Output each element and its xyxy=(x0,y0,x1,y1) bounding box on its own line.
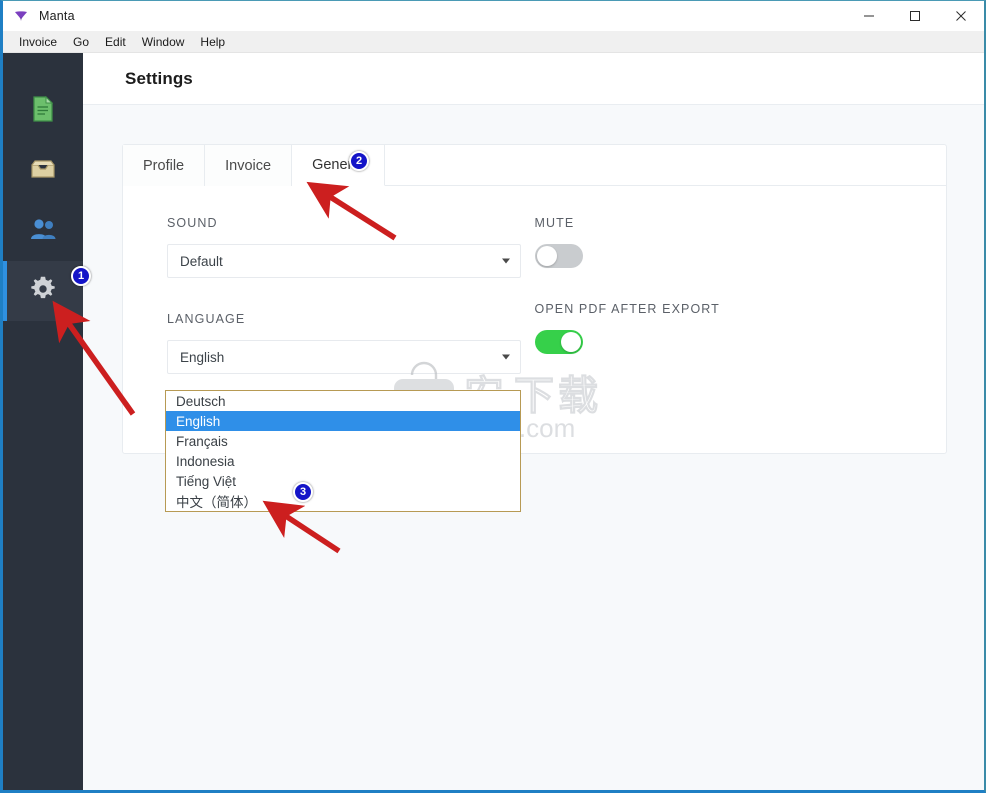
language-label: LANGUAGE xyxy=(167,312,246,326)
mute-field: MUTE xyxy=(534,216,903,268)
language-field: LANGUAGE English xyxy=(167,312,535,374)
gear-icon xyxy=(30,276,56,307)
settings-body: SOUND Default LANGUAGE English MUTE OPEN… xyxy=(123,186,946,408)
sidebar-item-inbox[interactable] xyxy=(3,141,83,201)
sidebar-item-settings[interactable] xyxy=(3,261,83,321)
menu-item-go[interactable]: Go xyxy=(65,33,97,51)
app-window: Manta Invoice Go Edit Window Help Settin… xyxy=(0,0,986,793)
language-option-indonesia[interactable]: Indonesia xyxy=(166,451,520,471)
maximize-icon[interactable] xyxy=(892,1,938,31)
menu-item-help[interactable]: Help xyxy=(192,33,233,51)
open-pdf-toggle[interactable] xyxy=(534,330,583,354)
app-title: Manta xyxy=(39,9,75,23)
open-pdf-label: OPEN PDF AFTER EXPORT xyxy=(534,302,720,316)
people-icon xyxy=(29,218,57,245)
tab-invoice[interactable]: Invoice xyxy=(205,145,293,186)
settings-left-column: SOUND Default LANGUAGE English xyxy=(167,216,535,408)
menu-item-invoice[interactable]: Invoice xyxy=(11,33,65,51)
language-dropdown-list[interactable]: Deutsch English Français Indonesia Tiếng… xyxy=(165,390,521,512)
page-header: Settings xyxy=(83,53,984,105)
mute-label: MUTE xyxy=(534,216,575,230)
open-pdf-field: OPEN PDF AFTER EXPORT xyxy=(534,302,903,354)
title-bar: Manta xyxy=(3,1,984,31)
chevron-down-icon xyxy=(502,258,510,264)
language-option-chinese-simplified[interactable]: 中文（简体） xyxy=(166,491,520,511)
menu-item-edit[interactable]: Edit xyxy=(97,33,134,51)
language-option-deutsch[interactable]: Deutsch xyxy=(166,391,520,411)
open-pdf-toggle-knob xyxy=(560,332,581,352)
page-title: Settings xyxy=(125,68,193,88)
language-option-francais[interactable]: Français xyxy=(166,431,520,451)
language-option-english[interactable]: English xyxy=(166,411,520,431)
sound-select-value: Default xyxy=(180,253,223,269)
sidebar-item-documents[interactable] xyxy=(3,81,83,141)
close-icon[interactable] xyxy=(938,1,984,31)
language-select[interactable]: English xyxy=(167,340,521,374)
chevron-down-icon xyxy=(502,354,510,360)
inbox-tray-icon xyxy=(30,159,56,184)
minimize-icon[interactable] xyxy=(846,1,892,31)
title-bar-left: Manta xyxy=(3,8,846,24)
step-badge-3: 3 xyxy=(293,482,313,502)
window-controls xyxy=(846,1,984,31)
sound-field: SOUND Default xyxy=(167,216,535,278)
menu-bar: Invoice Go Edit Window Help xyxy=(3,31,984,53)
mute-toggle-knob xyxy=(536,246,557,266)
menu-item-window[interactable]: Window xyxy=(134,33,193,51)
step-badge-1: 1 xyxy=(71,266,91,286)
sidebar-item-contacts[interactable] xyxy=(3,201,83,261)
sidebar xyxy=(3,53,83,790)
sound-label: SOUND xyxy=(167,216,218,230)
mute-toggle[interactable] xyxy=(534,244,583,268)
settings-tabs: Profile Invoice General xyxy=(123,145,946,186)
settings-right-column: MUTE OPEN PDF AFTER EXPORT xyxy=(534,216,903,408)
document-icon xyxy=(32,95,54,127)
manta-logo-icon xyxy=(13,8,29,24)
language-select-value: English xyxy=(180,349,225,365)
sound-select[interactable]: Default xyxy=(167,244,521,278)
language-option-tieng-viet[interactable]: Tiếng Việt xyxy=(166,471,520,491)
tab-profile[interactable]: Profile xyxy=(123,145,206,186)
tab-general[interactable]: General xyxy=(292,145,385,186)
step-badge-2: 2 xyxy=(349,151,369,171)
